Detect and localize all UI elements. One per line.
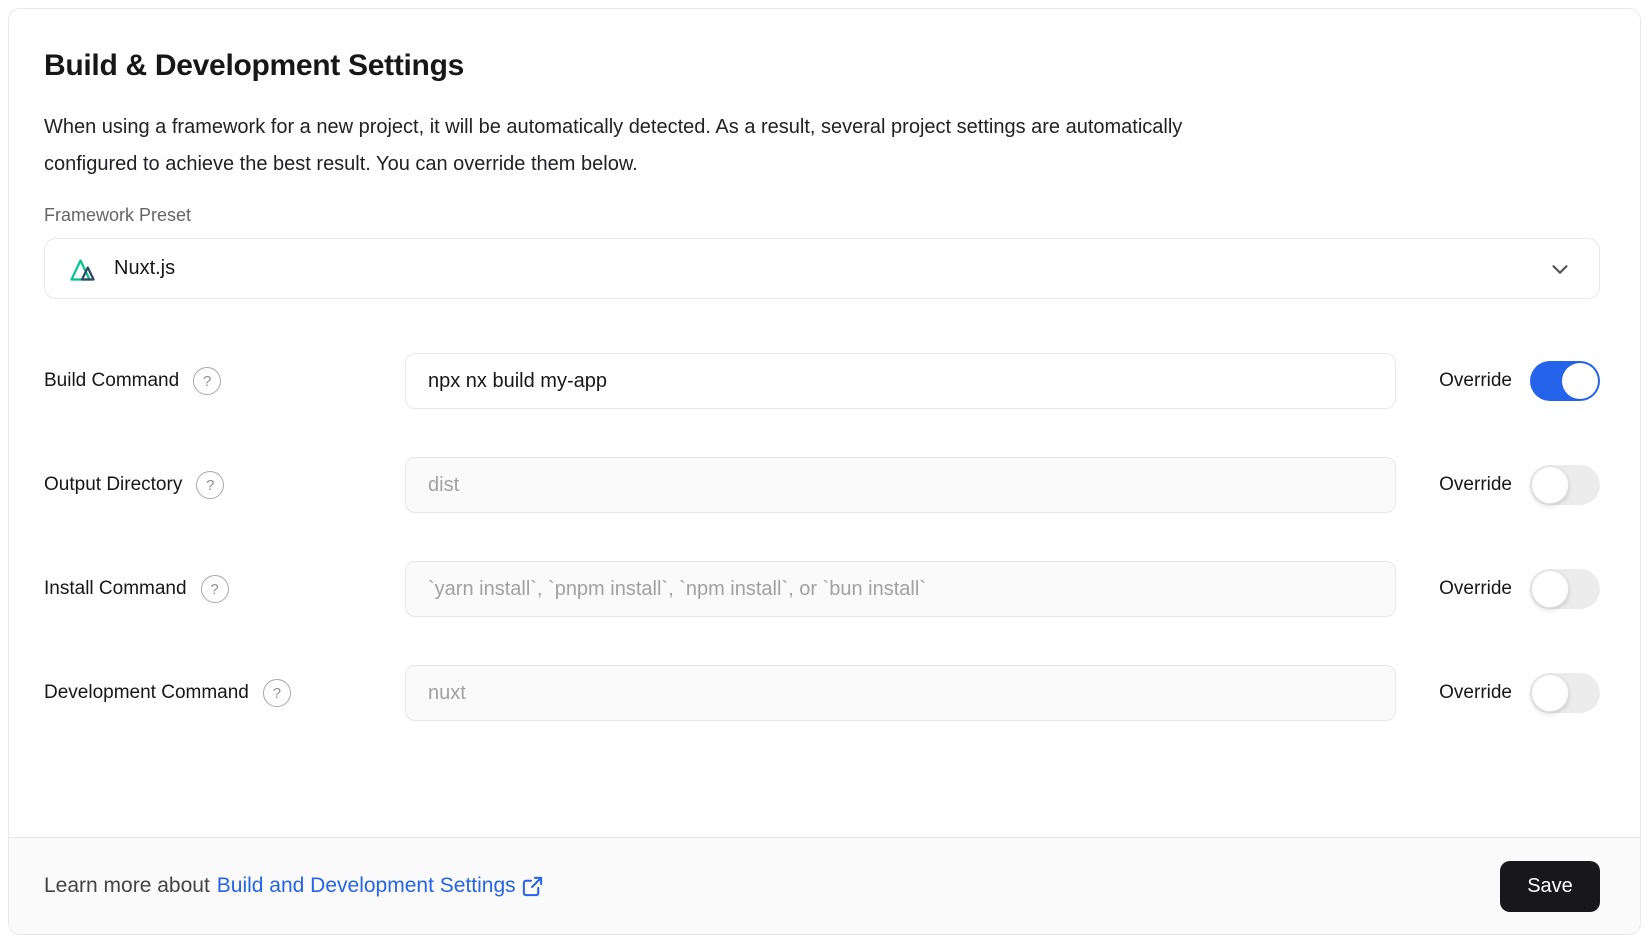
external-link-icon xyxy=(521,875,544,898)
chevron-down-icon xyxy=(1547,256,1573,282)
install-command-input[interactable] xyxy=(405,561,1396,617)
page-title: Build & Development Settings xyxy=(44,49,1600,83)
row-label: Development Command ? xyxy=(44,679,405,707)
install-command-row: Install Command ? Override xyxy=(44,561,1600,617)
framework-preset-select[interactable]: Nuxt.js xyxy=(44,238,1600,299)
settings-rows: Build Command ? Override Output Director… xyxy=(44,353,1600,721)
nuxt-logo-icon xyxy=(69,255,100,282)
output-directory-input[interactable] xyxy=(405,457,1396,513)
toggle-knob xyxy=(1531,570,1569,608)
help-icon[interactable]: ? xyxy=(263,679,291,707)
override-label: Override xyxy=(1439,370,1512,392)
toggle-knob xyxy=(1562,363,1598,399)
row-label: Output Directory ? xyxy=(44,471,405,499)
help-icon[interactable]: ? xyxy=(196,471,224,499)
build-command-label: Build Command xyxy=(44,370,179,392)
description-line-2: configured to achieve the best result. Y… xyxy=(44,146,1600,183)
install-command-override-toggle[interactable] xyxy=(1530,569,1600,609)
development-command-override-toggle[interactable] xyxy=(1530,673,1600,713)
output-directory-override-toggle[interactable] xyxy=(1530,465,1600,505)
development-command-input[interactable] xyxy=(405,665,1396,721)
card-footer: Learn more about Build and Development S… xyxy=(9,837,1640,934)
toggle-knob xyxy=(1531,466,1569,504)
toggle-knob xyxy=(1531,674,1569,712)
save-button[interactable]: Save xyxy=(1500,861,1600,912)
build-command-input[interactable] xyxy=(405,353,1396,409)
row-label: Build Command ? xyxy=(44,367,405,395)
description-line-1: When using a framework for a new project… xyxy=(44,109,1600,146)
framework-preset-value: Nuxt.js xyxy=(114,257,175,280)
build-command-row: Build Command ? Override xyxy=(44,353,1600,409)
row-label: Install Command ? xyxy=(44,575,405,603)
build-settings-card: Build & Development Settings When using … xyxy=(8,8,1641,935)
card-body: Build & Development Settings When using … xyxy=(9,9,1640,769)
framework-preset-selected: Nuxt.js xyxy=(69,255,175,282)
output-directory-row: Output Directory ? Override xyxy=(44,457,1600,513)
learn-more-link-label: Build and Development Settings xyxy=(217,874,516,898)
override-label: Override xyxy=(1439,578,1512,600)
learn-more-text: Learn more about Build and Development S… xyxy=(44,874,544,898)
learn-more-link[interactable]: Build and Development Settings xyxy=(217,874,544,898)
install-command-label: Install Command xyxy=(44,578,187,600)
help-icon[interactable]: ? xyxy=(193,367,221,395)
build-command-override-toggle[interactable] xyxy=(1530,361,1600,401)
framework-preset-label: Framework Preset xyxy=(44,205,1600,226)
section-description: When using a framework for a new project… xyxy=(44,109,1600,183)
override-label: Override xyxy=(1439,682,1512,704)
development-command-label: Development Command xyxy=(44,682,249,704)
development-command-row: Development Command ? Override xyxy=(44,665,1600,721)
help-icon[interactable]: ? xyxy=(201,575,229,603)
learn-more-prefix: Learn more about xyxy=(44,874,210,898)
output-directory-label: Output Directory xyxy=(44,474,182,496)
override-label: Override xyxy=(1439,474,1512,496)
